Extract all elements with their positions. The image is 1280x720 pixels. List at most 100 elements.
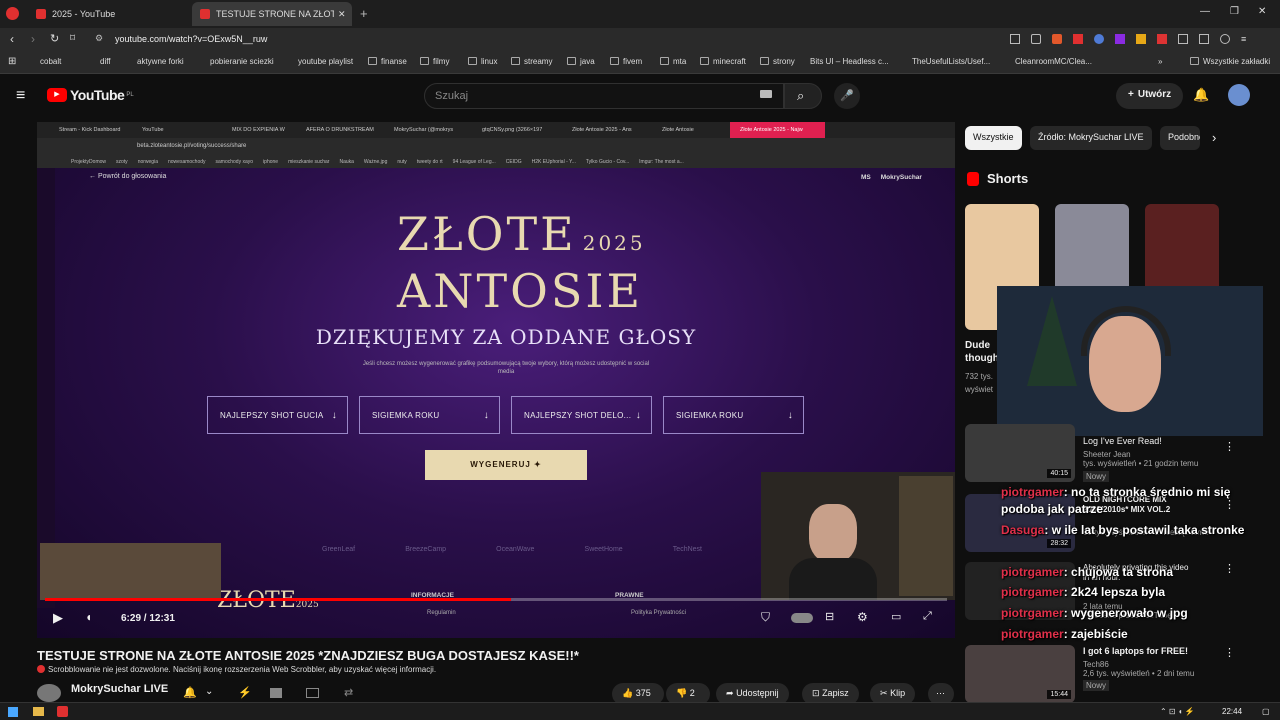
install-icon[interactable] — [1010, 34, 1020, 44]
bookmark-folder[interactable]: streamy — [511, 57, 552, 66]
bookmark-item[interactable]: CleanroomMC/Clea... — [1015, 57, 1092, 66]
youtube-header: ≡ ▶ YouTube PL Szukaj ⌕ 🎤 + Utwórz 🔔 — [0, 75, 1280, 117]
hamburger-menu-icon[interactable]: ≡ — [16, 87, 25, 105]
chevron-down-icon[interactable]: ⌄ — [205, 686, 213, 697]
tab-active-video[interactable]: TESTUJE STRONE NA ZŁOTE ANTOSIE ✕ — [192, 2, 352, 26]
clock: 22:44 — [1222, 707, 1243, 716]
play-icon[interactable]: ▶ — [53, 610, 63, 626]
inner-bookmark: Ważne.jpg — [363, 159, 388, 165]
menu-icon[interactable]: ≡ — [1241, 34, 1251, 44]
file-explorer-icon[interactable] — [33, 707, 44, 716]
more-bookmarks-icon[interactable]: » — [1158, 57, 1162, 66]
new-badge: Nowy — [1083, 680, 1110, 691]
more-options-icon[interactable]: ⋮ — [1224, 562, 1235, 575]
puzzle-icon[interactable] — [1178, 34, 1188, 44]
channel-avatar[interactable] — [37, 684, 61, 702]
extension-icon[interactable] — [1073, 34, 1083, 44]
chip-all[interactable]: Wszystkie — [965, 126, 1022, 150]
sidebar-icon[interactable] — [1199, 34, 1209, 44]
thanks-icon[interactable]: ⚡ — [238, 686, 252, 699]
bookmark-item[interactable]: pobieranie sciezki — [210, 57, 274, 66]
windows-start-icon[interactable] — [8, 707, 18, 717]
autoplay-toggle[interactable] — [791, 613, 813, 623]
bookmark-folder[interactable]: java — [567, 57, 595, 66]
chip-source[interactable]: Źródło: MokrySuchar LIVE — [1030, 126, 1152, 150]
extension-icon[interactable] — [1157, 34, 1167, 44]
chevron-right-icon[interactable]: › — [1212, 130, 1216, 145]
bookmark-item[interactable]: Bits UI – Headless c... — [810, 57, 889, 66]
remix-icon[interactable]: ⇄ — [344, 686, 353, 699]
restore-button[interactable]: ❐ — [1230, 6, 1239, 17]
new-tab-button[interactable]: + — [360, 6, 368, 21]
all-bookmarks-folder[interactable]: Wszystkie zakładki — [1190, 57, 1270, 66]
sponsor-logo: GreenLeaf — [322, 546, 356, 553]
video-meta[interactable]: Log I've Ever Read! Sheeter Jean tys. wy… — [1083, 436, 1198, 482]
notifications-bell-icon[interactable]: 🔔 — [1193, 87, 1209, 103]
bookmark-item[interactable]: cobalt — [40, 57, 61, 66]
bookmark-folder[interactable]: filmy — [420, 57, 449, 66]
bookmark-item[interactable]: diff — [100, 57, 111, 66]
bookmark-folder[interactable]: finanse — [368, 57, 407, 66]
membership-icon[interactable] — [270, 688, 282, 698]
browser-taskbar-icon[interactable] — [57, 706, 68, 717]
subscribe-bell-icon[interactable]: 🔔 — [183, 686, 197, 699]
video-thumbnail[interactable]: 15:44 — [965, 645, 1075, 703]
create-button[interactable]: + Utwórz — [1116, 83, 1184, 109]
region-code: PL — [126, 92, 134, 98]
shield-icon[interactable]: ⛉ — [761, 610, 770, 625]
reload-icon[interactable]: ↻ — [50, 32, 59, 45]
close-window-button[interactable]: ✕ — [1258, 6, 1266, 17]
monitor-icon[interactable] — [306, 688, 319, 698]
search-button[interactable]: ⌕ — [784, 83, 822, 109]
site-info-icon[interactable]: ⚙ — [95, 33, 103, 44]
extension-icon[interactable] — [1094, 34, 1104, 44]
share-icon[interactable] — [1031, 34, 1041, 44]
bookmark-item[interactable]: aktywne forki — [137, 57, 184, 66]
bookmark-folder[interactable]: linux — [468, 57, 497, 66]
sponsor-logo: TechNest — [672, 546, 702, 553]
video-player[interactable]: Stream - Kick Dashboard YouTube MIX DO E… — [37, 122, 955, 638]
close-icon[interactable]: ✕ — [338, 9, 346, 20]
fullscreen-icon[interactable]: ⤢ — [923, 610, 932, 623]
plus-icon: + — [1128, 89, 1134, 100]
folder-label: finanse — [381, 57, 407, 66]
youtube-logo[interactable]: ▶ YouTube PL — [47, 87, 134, 103]
extension-icon[interactable] — [1115, 34, 1125, 44]
search-input[interactable]: Szukaj — [424, 83, 784, 109]
video-meta[interactable]: I got 6 laptops for FREE! Tech86 2,6 tys… — [1083, 646, 1194, 691]
more-options-icon[interactable]: ⋮ — [1224, 440, 1235, 453]
browser-menu-icon[interactable] — [6, 7, 19, 20]
back-link-text: Powrót do głosowania — [97, 173, 167, 180]
keyboard-icon[interactable] — [760, 90, 772, 98]
bookmark-item[interactable]: youtube playlist — [298, 57, 353, 66]
bookmark-folder[interactable]: fivem — [610, 57, 642, 66]
bookmark-folder[interactable]: mta — [660, 57, 686, 66]
bookmark-folder[interactable]: strony — [760, 57, 795, 66]
forward-icon[interactable]: › — [31, 32, 35, 46]
sponsor-logo: OceanWave — [496, 546, 535, 553]
bookmark-icon[interactable]: ⌑ — [70, 33, 75, 44]
avatar[interactable] — [1228, 84, 1250, 106]
subtitles-icon[interactable]: ⊟ — [825, 610, 834, 623]
bookmark-item[interactable]: TheUsefulLists/Usef... — [912, 57, 990, 66]
settings-gear-icon[interactable]: ⚙ — [857, 610, 868, 624]
channel-name[interactable]: MokrySuchar LIVE — [71, 683, 168, 695]
tab-youtube-2025[interactable]: 2025 - YouTube — [28, 2, 188, 26]
more-options-icon[interactable]: ⋮ — [1224, 646, 1235, 659]
new-badge: Nowy — [1083, 471, 1110, 482]
extension-icon[interactable] — [1136, 34, 1146, 44]
media-icon[interactable] — [1220, 34, 1230, 44]
chip-related[interactable]: Podobne — [1160, 126, 1200, 150]
volume-icon[interactable]: ◖ — [85, 610, 92, 624]
video-thumbnail[interactable]: 40:15 — [965, 424, 1075, 482]
more-options-icon[interactable]: ⋮ — [1224, 498, 1235, 511]
apps-grid-icon[interactable]: ⊞ — [8, 56, 16, 67]
notification-icon[interactable]: ▢ — [1262, 707, 1270, 716]
miniplayer-icon[interactable]: ▭ — [891, 610, 901, 623]
bookmark-folder[interactable]: minecraft — [700, 57, 746, 66]
address-bar[interactable]: youtube.com/watch?v=OExw5N__ruw — [115, 34, 267, 44]
minimize-button[interactable]: — — [1200, 6, 1210, 17]
back-icon[interactable]: ‹ — [10, 32, 14, 46]
voice-search-button[interactable]: 🎤 — [834, 83, 860, 109]
brave-shield-icon[interactable] — [1052, 34, 1062, 44]
